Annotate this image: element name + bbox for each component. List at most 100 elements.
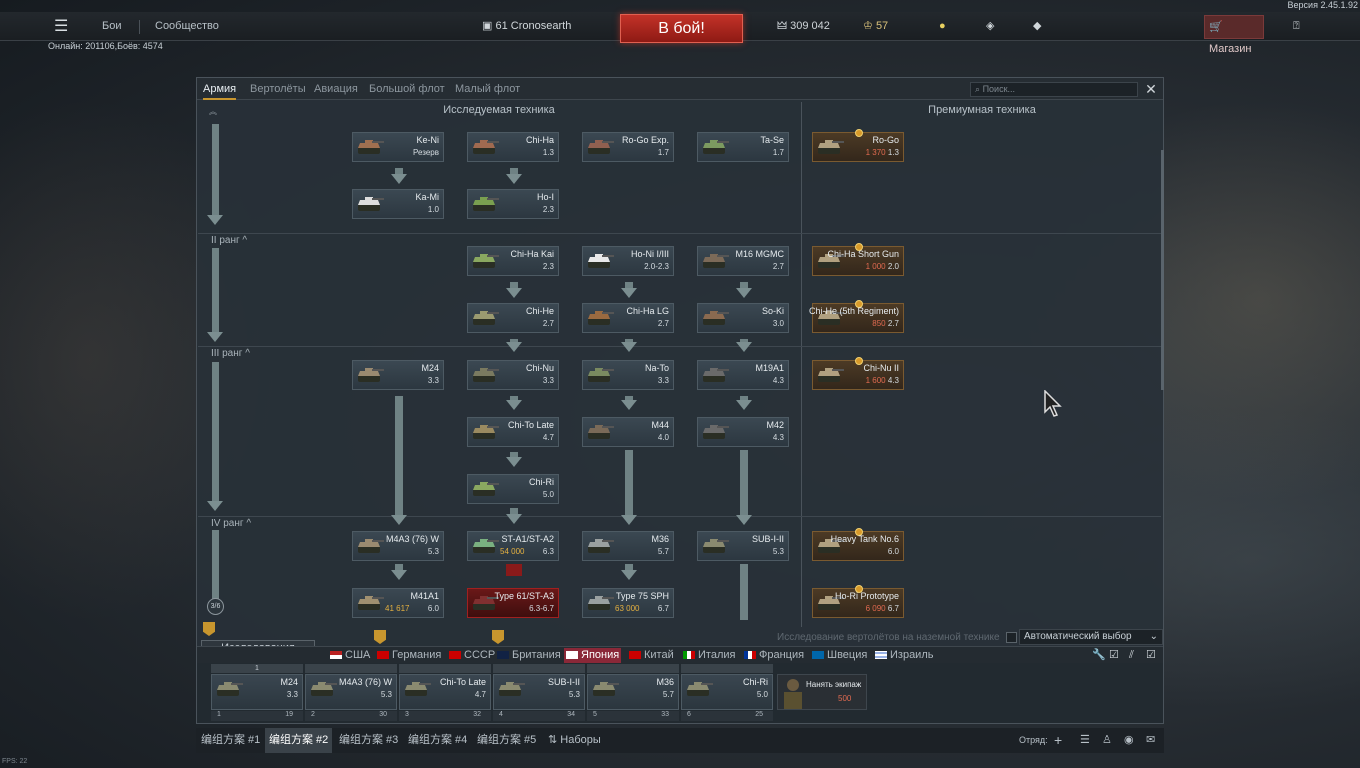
silver-lions[interactable]: 🜲 309 042 <box>777 12 830 41</box>
vehicle-card[interactable]: M41A1 6.0 41 617 <box>352 588 444 618</box>
scrollbar[interactable] <box>1161 150 1164 390</box>
nation-china[interactable]: Китай <box>629 648 674 663</box>
nation-sweden[interactable]: Швеция <box>812 648 867 663</box>
vehicle-card[interactable]: M4A3 (76) W 5.3 <box>352 531 444 561</box>
vehicle-card[interactable]: Ro-Go Exp. 1.7 <box>582 132 674 162</box>
add-squad-icon[interactable]: + <box>1054 728 1062 753</box>
repair-icon[interactable]: 🔧 <box>1092 648 1106 663</box>
vehicle-card[interactable]: Na-To 3.3 <box>582 360 674 390</box>
player-level[interactable]: ▣ 61 Cronosearth <box>482 12 571 41</box>
vehicle-card[interactable]: Chi-Ha Kai 2.3 <box>467 246 559 276</box>
auto-select-dropdown[interactable]: Автоматический выбор ⌄ <box>1019 629 1163 645</box>
vehicle-card[interactable]: M24 3.3 <box>352 360 444 390</box>
premium-vehicle-card[interactable]: Chi-Nu II 1 600 4.3 <box>812 357 904 390</box>
premium-vehicle-card[interactable]: Ho-Ri Prototype 6 090 6.7 <box>812 585 904 618</box>
crew-level: 32 <box>473 711 481 718</box>
vehicle-card[interactable]: ST-A1/ST-A2 6.3 54 000 <box>467 531 559 561</box>
heli-research-checkbox[interactable] <box>1006 632 1017 643</box>
nation-israel[interactable]: Израиль <box>875 648 933 663</box>
menu-icon[interactable]: ☰ <box>54 12 68 41</box>
vehicle-card[interactable]: Type 75 SPH 6.7 63 000 <box>582 588 674 618</box>
shop-button[interactable]: 🛒 Магазин <box>1204 15 1264 55</box>
crew-slot[interactable]: SUB-I-II 5.3 4 34 <box>493 664 585 721</box>
premium-vehicle-card[interactable]: Chi-Ha Short Gun 1 000 2.0 <box>812 243 904 276</box>
battle-rating: 2.3 <box>543 262 554 271</box>
vehicle-card[interactable]: Chi-Ha 1.3 <box>467 132 559 162</box>
tank-icon <box>703 254 729 268</box>
vehicle-card[interactable]: Ka-Mi 1.0 <box>352 189 444 219</box>
preset-tab-5[interactable]: 编组方案 #5 <box>477 728 536 753</box>
premium-vehicle-card[interactable]: Heavy Tank No.6 6.0 <box>812 528 904 561</box>
check-icon[interactable]: ☑ <box>1146 648 1156 663</box>
vehicle-card[interactable]: Type 61/ST-A3 6.3-6.7 <box>467 588 559 618</box>
check-icon[interactable]: ☑ <box>1109 648 1119 663</box>
vehicle-card[interactable]: Ho-I 2.3 <box>467 189 559 219</box>
nation-france[interactable]: Франция <box>744 648 804 663</box>
preset-tab-4[interactable]: 编组方案 #4 <box>408 728 467 753</box>
decal-icon[interactable]: ◈ <box>986 12 994 41</box>
premium-vehicle-card[interactable]: Ro-Go 1 370 1.3 <box>812 129 904 162</box>
vehicle-card[interactable]: Chi-He 2.7 <box>467 303 559 333</box>
br-value: 4.0 <box>657 433 669 442</box>
crew-slot[interactable]: M36 5.7 5 33 <box>587 664 679 721</box>
crew-slot[interactable]: 1 M24 3.3 1 19 <box>211 664 303 721</box>
mail-icon[interactable]: ✉ <box>1146 728 1155 753</box>
arrow-down-icon <box>621 288 637 298</box>
sets-button[interactable]: ⇅ Наборы <box>548 728 601 753</box>
vehicle-card[interactable]: Ho-Ni I/III 2.0-2.3 <box>582 246 674 276</box>
coupon-icon[interactable]: ◆ <box>1033 12 1041 41</box>
coin-icon <box>855 357 863 365</box>
vehicle-card[interactable]: SUB-I-II 5.3 <box>697 531 789 561</box>
search-input[interactable]: ⌕ Поиск... <box>970 82 1138 97</box>
tank-icon <box>687 682 713 696</box>
vehicle-card[interactable]: Ke-Ni Резерв <box>352 132 444 162</box>
vehicle-card[interactable]: Chi-Ha LG 2.7 <box>582 303 674 333</box>
vehicle-card[interactable]: M36 5.7 <box>582 531 674 561</box>
tab-bluewater-fleet[interactable]: Большой флот <box>369 78 445 100</box>
crew-slot[interactable]: M4A3 (76) W 5.3 2 30 <box>305 664 397 721</box>
vehicle-card[interactable]: Ta-Se 1.7 <box>697 132 789 162</box>
chevron-up-icon[interactable]: ^ <box>246 518 251 529</box>
nation-germany[interactable]: Германия <box>377 648 441 663</box>
vehicle-card[interactable]: Chi-Nu 3.3 <box>467 360 559 390</box>
premium-vehicle-card[interactable]: Chi-He (5th Regiment) 850 2.7 <box>809 300 904 333</box>
hire-crew-button[interactable]: Нанять экипаж 500 <box>777 674 867 710</box>
ammo-icon[interactable]: ⫽ <box>1129 648 1134 663</box>
chevron-up-icon[interactable]: ^ <box>242 235 247 246</box>
preset-tab-2[interactable]: 编组方案 #2 <box>265 728 333 753</box>
tab-aviation[interactable]: Авиация <box>314 78 358 100</box>
vehicle-card[interactable]: M16 MGMC 2.7 <box>697 246 789 276</box>
nation-japan[interactable]: Япония <box>564 648 622 663</box>
tab-coastal-fleet[interactable]: Малый флот <box>455 78 520 100</box>
people-icon[interactable]: ♙ <box>1102 728 1112 753</box>
preset-tab-1[interactable]: 编组方案 #1 <box>201 728 260 753</box>
tab-helicopters[interactable]: Вертолёты <box>250 78 306 100</box>
close-icon[interactable]: ✕ <box>1143 80 1159 98</box>
vehicle-card[interactable]: M19A1 4.3 <box>697 360 789 390</box>
nation-ussr[interactable]: СССР <box>449 648 495 663</box>
crew-slot[interactable]: Chi-Ri 5.0 6 25 <box>681 664 773 721</box>
vehicle-card[interactable]: Chi-To Late 4.7 <box>467 417 559 447</box>
br-value: 6.7 <box>657 604 669 613</box>
list-icon[interactable]: ☰ <box>1080 728 1090 753</box>
vehicle-card[interactable]: M42 4.3 <box>697 417 789 447</box>
preset-tab-3[interactable]: 编组方案 #3 <box>339 728 398 753</box>
crew-slot[interactable]: Chi-To Late 4.7 3 32 <box>399 664 491 721</box>
community-menu[interactable]: Сообщество <box>155 12 219 41</box>
collapse-up-icon[interactable]: ︽ <box>209 106 217 117</box>
vehicle-card[interactable]: Chi-Ri 5.0 <box>467 474 559 504</box>
help-icon[interactable]: ⍰ <box>1293 12 1300 41</box>
br-value: 3.3 <box>427 376 439 385</box>
tab-army[interactable]: Армия <box>203 78 237 100</box>
lightbulb-icon[interactable]: ● <box>939 12 946 41</box>
nation-italy[interactable]: Италия <box>683 648 735 663</box>
vehicle-card[interactable]: So-Ki 3.0 <box>697 303 789 333</box>
chat-icon[interactable]: ◉ <box>1124 728 1134 753</box>
nation-usa[interactable]: США <box>330 648 370 663</box>
vehicle-card[interactable]: M44 4.0 <box>582 417 674 447</box>
nation-britain[interactable]: Британия <box>497 648 561 663</box>
to-battle-button[interactable]: В бой! <box>620 14 743 43</box>
golden-eagles[interactable]: ♔ 57 <box>863 12 888 41</box>
chevron-up-icon[interactable]: ^ <box>245 348 250 359</box>
battles-menu[interactable]: Бои <box>102 12 121 41</box>
